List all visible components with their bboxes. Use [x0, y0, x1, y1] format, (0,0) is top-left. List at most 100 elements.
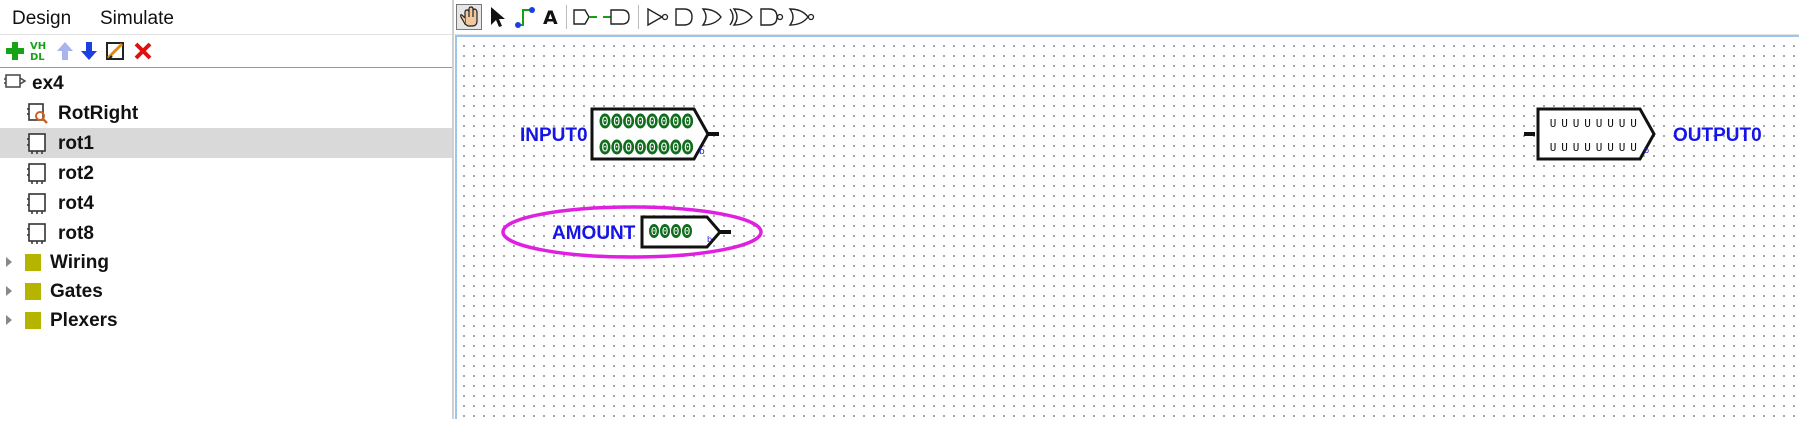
bit-value-text: U — [1619, 117, 1626, 130]
bit-value-text: U — [1607, 117, 1614, 130]
tree-circuit-label: rot8 — [58, 223, 94, 244]
project-tree: ex4 RotRight rot1 rot2 rot4 rot8 Wiring … — [0, 67, 452, 420]
and-gate-icon[interactable] — [672, 4, 696, 30]
add-vhdl-icon[interactable]: VH DL — [28, 40, 50, 62]
nand-gate-icon[interactable] — [758, 4, 786, 30]
bit-value-text: U — [1561, 141, 1568, 154]
bit-value-text: 0 — [637, 140, 644, 154]
amount-pin[interactable]: 0000 b — [640, 215, 731, 249]
tree-project[interactable]: ex4 — [0, 68, 452, 98]
svg-text:DL: DL — [30, 52, 45, 62]
svg-text:VH: VH — [30, 41, 46, 52]
tab-simulate[interactable]: Simulate — [100, 8, 174, 30]
panel-tabbar: Design Simulate — [0, 0, 452, 35]
expand-arrow-icon[interactable] — [6, 286, 12, 296]
bit-value-text: U — [1630, 141, 1637, 154]
bit-value-text: U — [1596, 141, 1603, 154]
tree-circuit-label: RotRight — [58, 103, 139, 124]
delete-icon[interactable] — [132, 40, 154, 62]
circuit-drawing: 00000000 00000000 b 0000 b UUUUUUUU UUUU… — [501, 107, 1656, 259]
add-circuit-icon[interactable] — [4, 40, 26, 62]
bit-value-text: U — [1584, 117, 1591, 130]
bit-value-text: 0 — [613, 140, 620, 154]
bit-value-text: U — [1584, 141, 1591, 154]
circuit-icon — [27, 163, 46, 184]
expand-arrow-icon[interactable] — [6, 257, 12, 267]
bit-value-text: 0 — [637, 114, 644, 128]
bit-value-text: 0 — [601, 140, 608, 154]
bit-value-text: 0 — [649, 114, 656, 128]
folder-icon — [25, 283, 41, 300]
bit-value-text: 0 — [672, 114, 679, 128]
bit-value-text: 0 — [625, 140, 632, 154]
toolbar-separator — [566, 5, 567, 29]
radix-mark: b — [707, 235, 712, 244]
bit-value-text: 0 — [672, 140, 679, 154]
bit-value-text: 0 — [684, 225, 691, 238]
tree-library-wiring[interactable]: Wiring — [0, 247, 452, 277]
move-down-icon[interactable] — [78, 40, 100, 62]
tree-library-label: Plexers — [50, 310, 118, 331]
bit-value-text: U — [1630, 117, 1637, 130]
tab-design[interactable]: Design — [12, 8, 71, 30]
svg-text:A: A — [543, 7, 558, 29]
tree-circuit-rot2[interactable]: rot2 — [0, 158, 452, 188]
tree-circuit-rotright[interactable]: RotRight — [0, 98, 452, 128]
bit-value-text: U — [1550, 117, 1557, 130]
tree-circuit-rot1[interactable]: rot1 — [0, 128, 452, 158]
circuit-icon — [27, 103, 48, 124]
bit-value-text: U — [1573, 117, 1580, 130]
tree-library-label: Gates — [50, 281, 103, 302]
radix-mark: b — [1644, 146, 1649, 155]
not-gate-icon[interactable] — [644, 4, 670, 30]
bit-value-text: 0 — [660, 140, 667, 154]
wiring-tool-icon[interactable] — [514, 4, 536, 30]
explorer-panel: Design Simulate VH DL ex4 RotRight rot1 … — [0, 0, 454, 419]
bit-value-text: U — [1561, 117, 1568, 130]
tree-circuit-label: rot4 — [58, 193, 94, 214]
output-pin-icon[interactable] — [602, 4, 632, 30]
bit-value-text: 0 — [649, 140, 656, 154]
bit-value-text: U — [1596, 117, 1603, 130]
bit-value-text: 0 — [684, 140, 691, 154]
folder-icon — [25, 312, 41, 329]
circuit-icon — [27, 223, 46, 244]
output-pin[interactable]: UUUUUUUU UUUUUUUU b — [1524, 107, 1656, 161]
input-pin-label: INPUT0 — [520, 125, 588, 146]
text-tool-icon[interactable]: A — [540, 4, 560, 30]
bit-value-text: 0 — [662, 225, 669, 238]
tree-toolbar: VH DL — [0, 36, 452, 66]
bit-value-text: U — [1550, 141, 1557, 154]
folder-icon — [25, 254, 41, 271]
circuit-canvas[interactable]: 00000000 00000000 b 0000 b UUUUUUUU UUUU… — [455, 35, 1799, 419]
or-gate-icon[interactable] — [700, 4, 726, 30]
project-icon — [4, 74, 26, 88]
tool-toolbar: A — [454, 0, 1799, 35]
xor-gate-icon[interactable] — [728, 4, 756, 30]
bit-value-text: 0 — [673, 225, 680, 238]
bit-value-text: 0 — [613, 114, 620, 128]
expand-arrow-icon[interactable] — [6, 315, 12, 325]
poke-tool-icon[interactable] — [456, 4, 482, 30]
circuit-icon — [27, 193, 46, 214]
nor-gate-icon[interactable] — [788, 4, 816, 30]
bit-value-text: U — [1619, 141, 1626, 154]
edit-appearance-icon[interactable] — [104, 40, 126, 62]
bit-value-text: 0 — [660, 114, 667, 128]
move-up-icon[interactable] — [54, 40, 76, 62]
tree-library-label: Wiring — [50, 252, 109, 273]
bit-value-text: 0 — [625, 114, 632, 128]
circuit-icon — [27, 133, 46, 154]
input-pin[interactable]: 00000000 00000000 b — [590, 107, 719, 161]
input-pin-icon[interactable] — [572, 4, 598, 30]
amount-pin-label: AMOUNT — [552, 223, 636, 244]
tree-circuit-label: rot2 — [58, 163, 94, 184]
tree-library-gates[interactable]: Gates — [0, 276, 452, 306]
tree-library-plexers[interactable]: Plexers — [0, 305, 452, 335]
select-tool-icon[interactable] — [488, 4, 508, 30]
bit-value-text: U — [1607, 141, 1614, 154]
tree-circuit-rot8[interactable]: rot8 — [0, 218, 452, 248]
bit-value-text: 0 — [684, 114, 691, 128]
tree-circuit-rot4[interactable]: rot4 — [0, 188, 452, 218]
output-pin-label: OUTPUT0 — [1673, 125, 1762, 146]
